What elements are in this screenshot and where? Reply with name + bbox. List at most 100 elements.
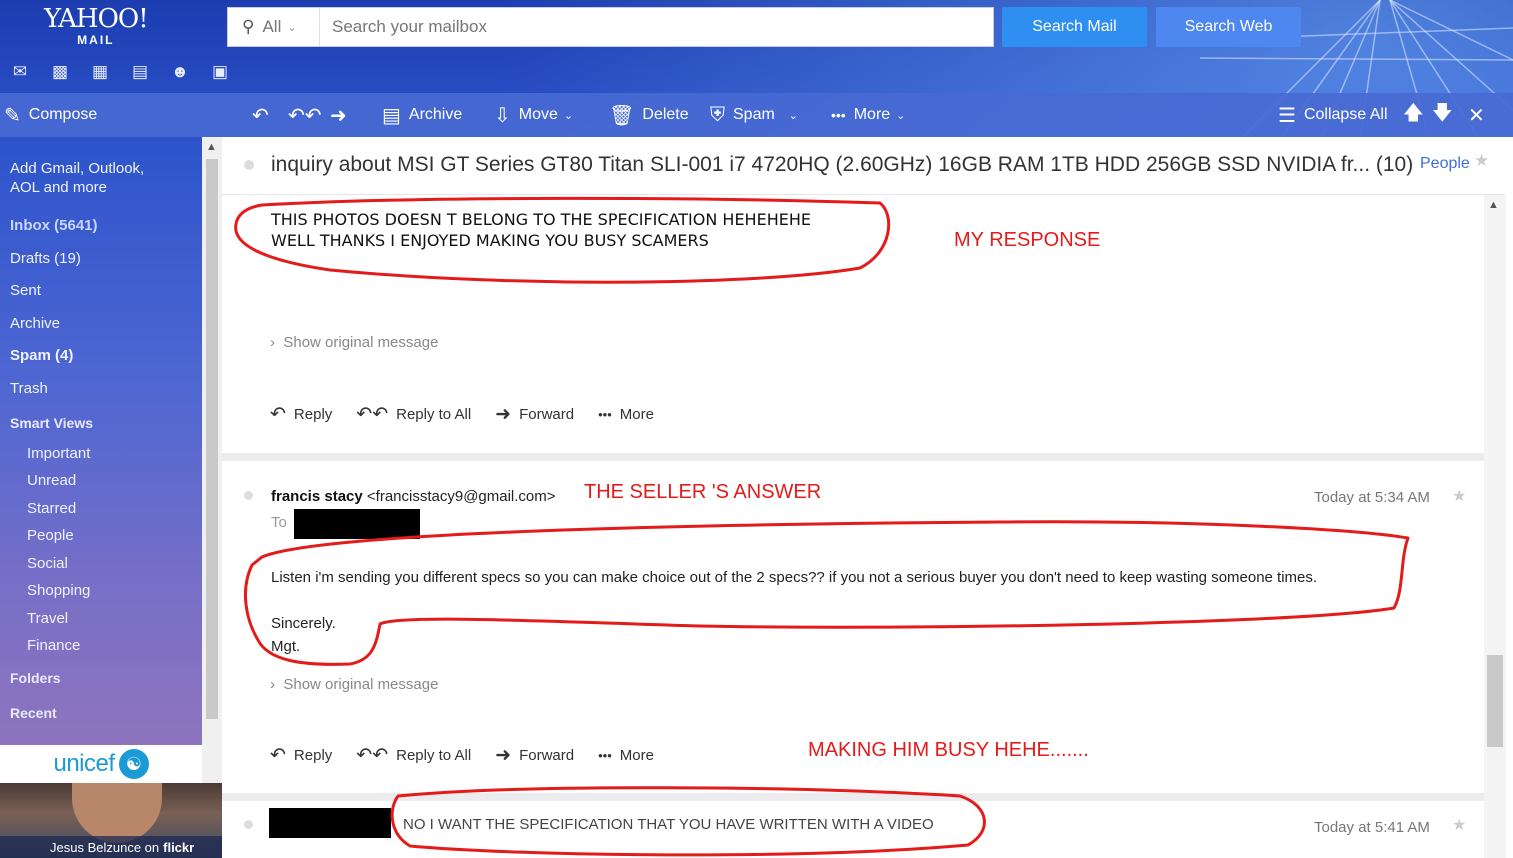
reply-all-icon: ↶↶	[356, 745, 389, 766]
search-input[interactable]	[320, 8, 993, 46]
message-divider	[222, 793, 1484, 801]
messenger-icon[interactable]: ☻	[160, 60, 200, 84]
star-icon[interactable]: ★	[1474, 151, 1489, 171]
spam-button[interactable]: ⛨ Spam ⌄	[710, 93, 798, 137]
show-original-label: Show original message	[283, 676, 439, 693]
flickr-logo: flickr	[163, 839, 195, 855]
sidebar-scroll-thumb[interactable]	[206, 159, 218, 719]
message-card-collapsed[interactable]: NO I WANT THE SPECIFICATION THAT YOU HAV…	[222, 801, 1484, 858]
photo-subject	[72, 783, 162, 843]
notepad-icon[interactable]: ▤	[120, 60, 160, 84]
add-accounts-link[interactable]: Add Gmail, Outlook, AOL and more	[10, 160, 144, 196]
people-link[interactable]: People	[1420, 155, 1470, 173]
more-toolbar-button[interactable]: ••• More ⌄	[831, 93, 905, 137]
chevron-down-icon: ⌄	[788, 109, 799, 122]
message-line: THIS PHOTOS DOESN T BELONG TO THE SPECIF…	[271, 210, 811, 229]
scroll-up-icon[interactable]: ▲	[206, 141, 217, 153]
forward-button[interactable]: ➜ Forward	[495, 403, 574, 426]
forward-icon: ➜	[330, 104, 347, 127]
redacted-sender	[269, 808, 391, 838]
more-button[interactable]: ••• More	[598, 403, 654, 426]
shield-icon: ⛨	[710, 103, 725, 126]
pencil-icon: ✎	[4, 104, 21, 127]
yahoo-mail-logo[interactable]: YAHOO! MAIL	[44, 5, 149, 47]
reply-icon: ↶	[270, 404, 286, 425]
news-icon[interactable]: ▣	[200, 60, 240, 84]
sidebar-item-shopping[interactable]: Shopping	[27, 582, 90, 599]
sidebar-item-inbox[interactable]: Inbox (5641)	[10, 217, 98, 234]
reply-all-button[interactable]: ↶↶ Reply to All	[356, 403, 471, 426]
reply-all-toolbar-button[interactable]: ↶↶	[288, 93, 330, 137]
compose-button[interactable]: ✎ Compose	[4, 93, 97, 137]
sidebar-item-archive[interactable]: Archive	[10, 315, 60, 332]
sidebar-scrollbar[interactable]: ▲ ▼	[202, 137, 222, 826]
more-button[interactable]: ••• More	[598, 744, 654, 767]
show-original-link[interactable]: › Show original message	[270, 334, 438, 351]
calendar-icon[interactable]: ▦	[80, 60, 120, 84]
sidebar-folders-header[interactable]: Folders	[10, 670, 61, 686]
close-button[interactable]: ✕	[1468, 93, 1493, 137]
sidebar-item-travel[interactable]: Travel	[27, 610, 68, 627]
collapse-all-button[interactable]: ☰ Collapse All	[1278, 93, 1388, 137]
more-label: More	[853, 106, 891, 123]
sender-email: <francisstacy9@gmail.com>	[366, 488, 556, 505]
message-scroll-thumb[interactable]	[1487, 655, 1503, 747]
message-actions: ↶ Reply ↶↶ Reply to All ➜ Forward ••• More	[270, 403, 678, 426]
sidebar-item-finance[interactable]: Finance	[27, 637, 80, 654]
reply-all-button[interactable]: ↶↶ Reply to All	[356, 744, 471, 767]
reply-toolbar-button[interactable]: ↶	[252, 93, 277, 137]
chevron-down-icon: ⌄	[896, 109, 906, 122]
archive-button[interactable]: ▤ Archive	[382, 93, 462, 137]
forward-toolbar-button[interactable]: ➜	[330, 93, 355, 137]
message-snippet: NO I WANT THE SPECIFICATION THAT YOU HAV…	[403, 816, 934, 833]
more-label: More	[619, 406, 654, 423]
sidebar-item-spam[interactable]: Spam (4)	[10, 347, 73, 364]
photo-credit[interactable]: Jesus Belzunce on flickr	[0, 836, 222, 858]
thread-subject-bar: inquiry about MSI GT Series GT80 Titan S…	[222, 137, 1505, 195]
search-web-button[interactable]: Search Web	[1156, 7, 1301, 47]
search-mail-button[interactable]: Search Mail	[1002, 7, 1147, 47]
forward-button[interactable]: ➜ Forward	[495, 744, 574, 767]
sidebar-item-drafts[interactable]: Drafts (19)	[10, 250, 81, 267]
sidebar-item-important[interactable]: Important	[27, 445, 90, 462]
archive-label: Archive	[408, 106, 463, 123]
sidebar-smart-views-header[interactable]: Smart Views	[10, 415, 93, 431]
close-icon: ✕	[1468, 104, 1485, 127]
move-button[interactable]: ⇩ Move ⌄	[494, 93, 573, 137]
sidebar-item-starred[interactable]: Starred	[27, 500, 76, 517]
star-icon[interactable]: ★	[1452, 486, 1466, 506]
forward-icon: ➜	[495, 404, 512, 425]
message-scrollbar[interactable]: ▲	[1484, 195, 1506, 858]
add-accounts-line2: AOL and more	[10, 179, 107, 196]
scroll-up-icon[interactable]: ▲	[1488, 199, 1499, 211]
unicef-logo-text: unicef	[53, 750, 115, 777]
star-icon[interactable]: ★	[1452, 815, 1466, 835]
unread-dot-icon	[244, 820, 253, 829]
show-original-link[interactable]: › Show original message	[270, 676, 438, 693]
thread-subject: inquiry about MSI GT Series GT80 Titan S…	[271, 153, 1414, 176]
message-line: Mgt.	[271, 638, 301, 655]
delete-button[interactable]: 🗑 Delete	[609, 93, 689, 137]
sidebar-recent-header[interactable]: Recent	[10, 705, 57, 721]
sidebar-item-unread[interactable]: Unread	[27, 472, 76, 489]
contacts-icon[interactable]: ▩	[40, 60, 80, 84]
forward-icon: ➜	[495, 745, 512, 766]
sender-name[interactable]: francis stacy	[271, 488, 363, 505]
previous-message-button[interactable]: 🡅	[1403, 93, 1432, 137]
forward-label: Forward	[519, 747, 575, 764]
mail-icon[interactable]: ✉	[0, 60, 40, 84]
reply-icon: ↶	[270, 745, 286, 766]
reply-all-label: Reply to All	[396, 747, 472, 764]
sidebar-item-social[interactable]: Social	[27, 555, 68, 572]
collapse-all-label: Collapse All	[1303, 106, 1388, 123]
archive-icon: ▤	[382, 104, 401, 127]
sidebar-item-people[interactable]: People	[27, 527, 74, 544]
unicef-ad-banner[interactable]: unicef ☯	[0, 745, 202, 783]
search-bar: ⚲ All ⌄	[227, 7, 994, 47]
next-message-button[interactable]: 🡇	[1432, 93, 1461, 137]
sidebar-item-trash[interactable]: Trash	[10, 380, 48, 397]
reply-button[interactable]: ↶ Reply	[270, 403, 332, 426]
search-scope-select[interactable]: ⚲ All ⌄	[228, 8, 320, 46]
reply-button[interactable]: ↶ Reply	[270, 744, 332, 767]
sidebar-item-sent[interactable]: Sent	[10, 282, 41, 299]
